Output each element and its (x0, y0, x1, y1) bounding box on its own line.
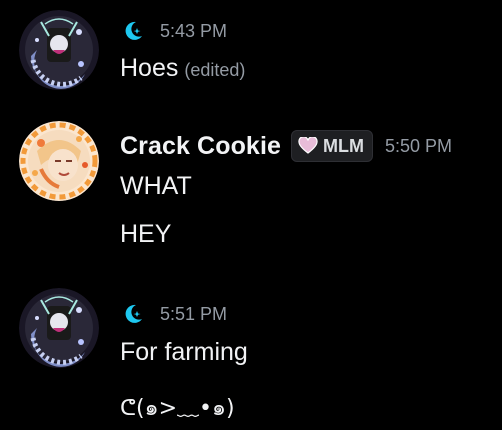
heart-icon (298, 137, 318, 155)
message-text: ᕦ(๑>﹏•๑) (120, 396, 235, 421)
message-timestamp[interactable]: 5:50 PM (385, 136, 452, 157)
message-content: WHAT (120, 172, 192, 201)
message-content: For farming (120, 338, 248, 367)
message-header: 5:51 PM (120, 300, 227, 328)
avatar-image (19, 288, 99, 368)
message-timestamp[interactable]: 5:51 PM (160, 304, 227, 325)
message-text: WHAT (120, 172, 192, 200)
edited-label: (edited) (184, 60, 246, 80)
username[interactable]: Crack Cookie (120, 132, 281, 161)
message-text: Hoes (120, 54, 179, 82)
message-header: 5:43 PM (120, 17, 227, 45)
message-text: HEY (120, 220, 172, 248)
message-text: For farming (120, 338, 248, 366)
avatar-image (19, 10, 99, 90)
avatar[interactable] (19, 288, 99, 368)
message-timestamp[interactable]: 5:43 PM (160, 21, 227, 42)
server-tag-label: MLM (323, 135, 364, 156)
server-tag[interactable]: MLM (291, 130, 373, 162)
avatar[interactable] (19, 10, 99, 90)
message-header: Crack Cookie MLM 5:50 PM (120, 129, 452, 163)
message-content: Hoes (edited) (120, 54, 245, 83)
message-content: HEY (120, 220, 171, 249)
message-content: ᕦ(๑>﹏•๑) (120, 390, 235, 425)
avatar-image (19, 121, 99, 201)
moon-star-icon[interactable] (120, 301, 146, 327)
moon-star-icon[interactable] (120, 18, 146, 44)
avatar[interactable] (19, 121, 99, 201)
